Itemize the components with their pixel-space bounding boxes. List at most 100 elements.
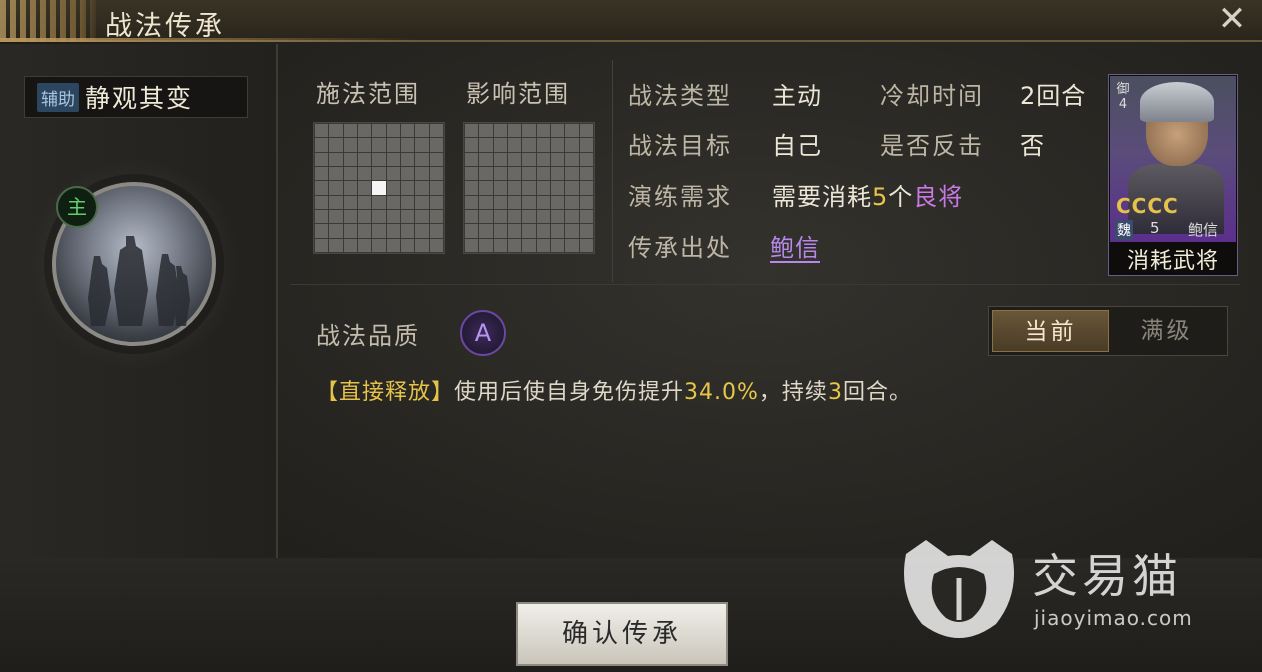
close-icon[interactable]: ✕	[1214, 2, 1250, 38]
confirm-inherit-button[interactable]: 确认传承	[516, 602, 728, 666]
card-stars: CCCC	[1116, 194, 1179, 218]
grid-cell	[536, 181, 550, 195]
grid-cell	[357, 138, 372, 152]
grid-cell	[415, 209, 429, 224]
grid-cell	[565, 166, 579, 181]
level-toggle: 当前 满级	[988, 306, 1228, 356]
grid-cell	[507, 238, 522, 252]
grid-cell	[479, 166, 493, 181]
grid-cell	[550, 181, 565, 195]
grid-cell	[550, 138, 565, 152]
grid-cell	[507, 152, 522, 166]
grid-cell	[429, 195, 443, 209]
grid-cell	[357, 124, 372, 138]
grid-cell	[550, 124, 565, 138]
grid-cell	[550, 166, 565, 181]
grid-cell	[372, 224, 386, 238]
grid-cell	[507, 209, 522, 224]
card-cost: 5	[1150, 219, 1160, 237]
grid-cell	[479, 209, 493, 224]
card-caption: 消耗武将	[1126, 249, 1219, 274]
grid-cell	[372, 124, 386, 138]
grid-cell	[429, 181, 443, 195]
grid-cell	[386, 209, 400, 224]
grid-cell	[579, 224, 593, 238]
grid-cell	[565, 195, 579, 209]
card-rank-number: 4	[1118, 97, 1128, 112]
grid-cell	[329, 166, 343, 181]
grid-cell	[343, 181, 357, 195]
grid-cell	[372, 152, 386, 166]
grid-cell	[386, 238, 400, 252]
cat-logo-icon	[904, 540, 1014, 638]
source-label: 传承出处	[628, 234, 732, 262]
description-duration: 3	[827, 380, 843, 405]
grid-cell	[357, 209, 372, 224]
grid-cell	[536, 124, 550, 138]
grid-cell	[465, 195, 479, 209]
description-value: 34.0%	[684, 380, 759, 405]
grid-cell	[493, 238, 507, 252]
grid-cell	[565, 224, 579, 238]
grid-cell	[357, 195, 372, 209]
tab-max-level[interactable]: 满级	[1109, 310, 1224, 352]
grid-cell	[400, 181, 415, 195]
general-portrait: 御4 CCCC 魏 5 鲍信	[1110, 76, 1236, 242]
grid-cell	[579, 166, 593, 181]
title-ornament	[0, 0, 100, 42]
grid-cell	[536, 238, 550, 252]
grid-cell	[315, 209, 329, 224]
grid-cell	[579, 124, 593, 138]
title-bar: 战法传承 ✕	[0, 0, 1262, 42]
requirement-item: 良将	[913, 183, 964, 211]
grid-cell	[493, 152, 507, 166]
grid-cell	[386, 124, 400, 138]
grid-cell	[386, 181, 400, 195]
grid-cell	[465, 152, 479, 166]
tab-current[interactable]: 当前	[992, 310, 1109, 352]
general-card[interactable]: 御4 CCCC 魏 5 鲍信 消耗武将	[1108, 74, 1238, 276]
grid-cell	[415, 124, 429, 138]
description-text: ，持续	[758, 380, 828, 405]
grid-cell	[465, 138, 479, 152]
skill-type-label: 战法类型	[628, 82, 732, 110]
skill-name: 静观其变	[85, 84, 194, 113]
grid-cell	[550, 209, 565, 224]
counter-label: 是否反击	[880, 132, 984, 160]
grid-cell	[372, 138, 386, 152]
grid-cell	[479, 152, 493, 166]
grid-cell	[507, 181, 522, 195]
grid-cell	[507, 166, 522, 181]
page-title: 战法传承	[105, 11, 225, 42]
grid-cell	[329, 181, 343, 195]
source-general-link[interactable]: 鲍信	[770, 228, 820, 263]
grid-cell	[329, 238, 343, 252]
grid-cell	[400, 152, 415, 166]
grid-cell	[536, 209, 550, 224]
grid-cell	[465, 238, 479, 252]
grid-cell	[479, 195, 493, 209]
grid-cell	[522, 124, 536, 138]
grid-cell	[550, 152, 565, 166]
cooldown-value: 2回合	[1020, 82, 1087, 110]
skill-inherit-screen: 战法传承 ✕ 辅助 静观其变 主 施法范围 影响范围 战法类型 主动 冷却时间 …	[0, 0, 1262, 672]
requirement-prefix: 需要消耗	[772, 183, 872, 211]
effect-range-grid	[463, 122, 595, 254]
grid-cell	[343, 224, 357, 238]
grid-cell	[493, 166, 507, 181]
grid-cell	[415, 181, 429, 195]
grid-cell	[429, 138, 443, 152]
grid-cell	[579, 209, 593, 224]
requirement-label: 演练需求	[628, 183, 732, 211]
grid-cell	[372, 209, 386, 224]
grid-cell	[315, 181, 329, 195]
grid-cell	[357, 238, 372, 252]
requirement-unit: 个	[888, 183, 914, 211]
grid-cell	[343, 195, 357, 209]
grid-cell	[429, 166, 443, 181]
grid-cell	[415, 195, 429, 209]
grid-cell	[579, 238, 593, 252]
grid-cell	[315, 224, 329, 238]
grid-cell	[429, 124, 443, 138]
grid-cell	[343, 238, 357, 252]
